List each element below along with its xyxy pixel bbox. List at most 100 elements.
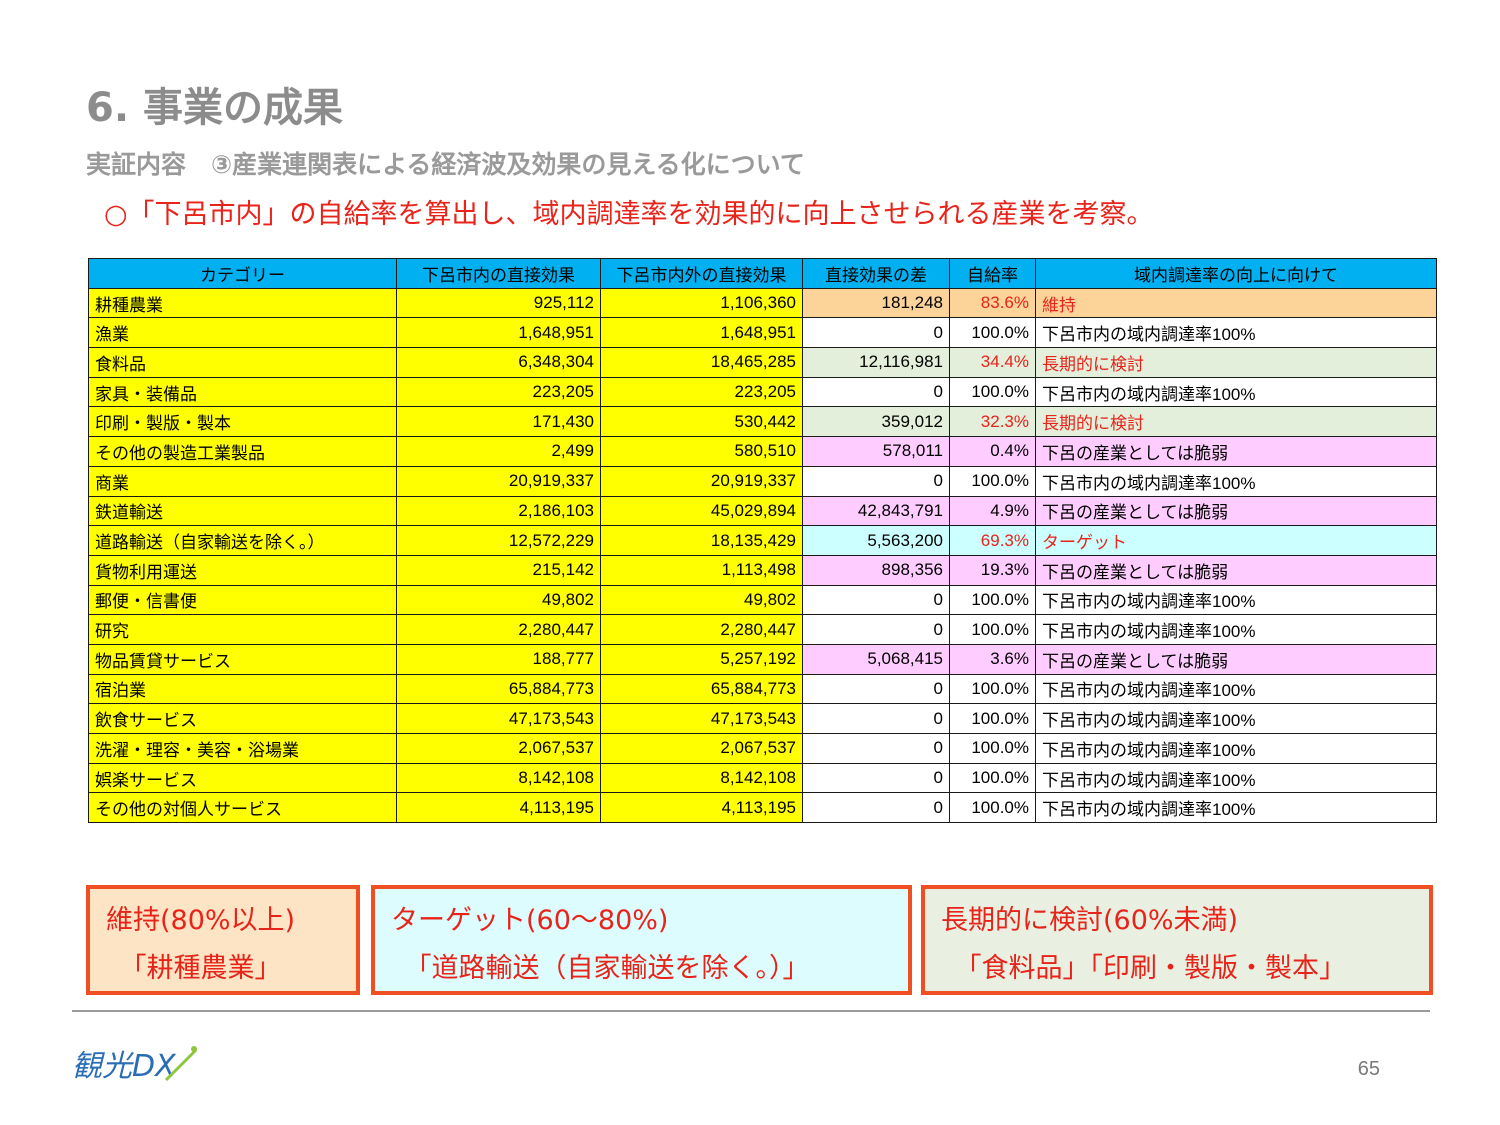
self-sufficiency-rate-cell: 19.3%: [949, 554, 1036, 586]
category-cell: 娯楽サービス: [88, 762, 397, 794]
table-header-row: カテゴリー 下呂市内の直接効果 下呂市内外の直接効果 直接効果の差 自給率 域内…: [88, 258, 1437, 289]
inside-effect-cell: 6,348,304: [396, 347, 601, 378]
table-row: 耕種農業 925,112 1,106,360 181,248 83.6% 維持: [88, 287, 1437, 319]
total-effect-cell: 2,280,447: [600, 614, 803, 645]
box-items: 「道路輸送（自家輸送を除く。）」: [391, 953, 810, 984]
effect-difference-cell: 0: [802, 703, 950, 734]
table-body: 耕種農業 925,112 1,106,360 181,248 83.6% 維持 漁業 1,64…: [88, 287, 1437, 824]
self-sufficiency-rate-cell: 34.4%: [949, 347, 1036, 378]
self-sufficiency-rate-cell: 32.3%: [949, 406, 1036, 438]
improvement-note-cell: 下呂市内の域内調達率100%: [1035, 673, 1437, 705]
effect-difference-cell: 0: [802, 673, 950, 705]
total-effect-cell: 1,106,360: [600, 287, 803, 319]
category-cell: 飲食サービス: [88, 703, 397, 734]
improvement-note-cell: 下呂の産業としては脆弱: [1035, 554, 1437, 586]
category-cell: 鉄道輸送: [88, 495, 397, 527]
effect-difference-cell: 5,563,200: [802, 525, 950, 556]
self-sufficiency-rate-cell: 100.0%: [949, 614, 1036, 645]
total-effect-cell: 223,205: [600, 376, 803, 408]
improvement-note-cell: 下呂市内の域内調達率100%: [1035, 792, 1437, 824]
column-header: 域内調達率の向上に向けて: [1035, 258, 1437, 289]
table-row: 物品賃貸サービス 188,777 5,257,192 5,068,415 3.6% 下呂の…: [88, 643, 1437, 675]
table-row: 道路輸送（自家輸送を除く。） 12,572,229 18,135,429 5,563,…: [88, 525, 1437, 556]
table-row: 商業 20,919,337 20,919,337 0 100.0% 下呂市内の域内調達率1…: [88, 465, 1437, 497]
table-row: 郵便・信書便 49,802 49,802 0 100.0% 下呂市内の域内調達率100%: [88, 584, 1437, 616]
self-sufficiency-rate-cell: 69.3%: [949, 525, 1036, 556]
effect-difference-cell: 359,012: [802, 406, 950, 438]
category-cell: 食料品: [88, 347, 397, 378]
improvement-note-cell: 下呂の産業としては脆弱: [1035, 643, 1437, 675]
inside-effect-cell: 171,430: [396, 406, 601, 438]
self-sufficiency-rate-cell: 100.0%: [949, 465, 1036, 497]
inside-effect-cell: 2,499: [396, 436, 601, 467]
total-effect-cell: 65,884,773: [600, 673, 803, 705]
box-items: 「耕種農業」: [106, 953, 282, 984]
table-row: 食料品 6,348,304 18,465,285 12,116,981 34.4% 長期的…: [88, 347, 1437, 378]
total-effect-cell: 5,257,192: [600, 643, 803, 675]
improvement-note-cell: 下呂市内の域内調達率100%: [1035, 703, 1437, 734]
self-sufficiency-rate-cell: 100.0%: [949, 792, 1036, 824]
table-row: 宿泊業 65,884,773 65,884,773 0 100.0% 下呂市内の域内調達率…: [88, 673, 1437, 705]
category-cell: 研究: [88, 614, 397, 645]
page-number: 65: [1357, 1058, 1380, 1080]
total-effect-cell: 18,465,285: [600, 347, 803, 378]
box-heading: 維持(80%以上): [106, 905, 296, 936]
inside-effect-cell: 188,777: [396, 643, 601, 675]
improvement-note-cell: 下呂市内の域内調達率100%: [1035, 376, 1437, 408]
effect-difference-cell: 578,011: [802, 436, 950, 467]
effect-difference-cell: 5,068,415: [802, 643, 950, 675]
total-effect-cell: 530,442: [600, 406, 803, 438]
maintain-category-box: 維持(80%以上) 「耕種農業」: [86, 885, 360, 995]
inside-effect-cell: 1,648,951: [396, 317, 601, 349]
total-effect-cell: 580,510: [600, 436, 803, 467]
self-sufficiency-rate-cell: 4.9%: [949, 495, 1036, 527]
total-effect-cell: 1,113,498: [600, 554, 803, 586]
improvement-note-cell: 維持: [1035, 287, 1437, 319]
table-row: 研究 2,280,447 2,280,447 0 100.0% 下呂市内の域内調達率100…: [88, 614, 1437, 645]
inside-effect-cell: 2,186,103: [396, 495, 601, 527]
inside-effect-cell: 65,884,773: [396, 673, 601, 705]
table-row: 貨物利用運送 215,142 1,113,498 898,356 19.3% 下呂の産業と…: [88, 554, 1437, 586]
table-row: 洗濯・理容・美容・浴場業 2,067,537 2,067,537 0 100.0% 下呂市…: [88, 733, 1437, 764]
total-effect-cell: 2,067,537: [600, 733, 803, 764]
table-row: 鉄道輸送 2,186,103 45,029,894 42,843,791 4.9% 下呂の…: [88, 495, 1437, 527]
table-row: 漁業 1,648,951 1,648,951 0 100.0% 下呂市内の域内調達率100…: [88, 317, 1437, 349]
category-cell: 漁業: [88, 317, 397, 349]
effect-difference-cell: 0: [802, 376, 950, 408]
effect-difference-cell: 0: [802, 614, 950, 645]
improvement-note-cell: 下呂市内の域内調達率100%: [1035, 584, 1437, 616]
column-header: 自給率: [949, 258, 1036, 289]
inside-effect-cell: 12,572,229: [396, 525, 601, 556]
table-row: その他の対個人サービス 4,113,195 4,113,195 0 100.0% 下呂市内…: [88, 792, 1437, 824]
effect-difference-cell: 0: [802, 317, 950, 349]
box-items: 「食料品」「印刷・製版・製本」: [941, 953, 1346, 984]
effect-difference-cell: 181,248: [802, 287, 950, 319]
improvement-note-cell: 下呂の産業としては脆弱: [1035, 436, 1437, 467]
table-row: 家具・装備品 223,205 223,205 0 100.0% 下呂市内の域内調達率100…: [88, 376, 1437, 408]
kanko-dx-logo: 観光DX: [72, 1046, 198, 1084]
page-subtitle: 実証内容 ③産業連関表による経済波及効果の見える化について: [86, 150, 805, 179]
self-sufficiency-table: カテゴリー 下呂市内の直接効果 下呂市内外の直接効果 直接効果の差 自給率 域内…: [88, 258, 1437, 824]
improvement-note-cell: 下呂の産業としては脆弱: [1035, 495, 1437, 527]
total-effect-cell: 49,802: [600, 584, 803, 616]
improvement-note-cell: 下呂市内の域内調達率100%: [1035, 317, 1437, 349]
total-effect-cell: 45,029,894: [600, 495, 803, 527]
total-effect-cell: 18,135,429: [600, 525, 803, 556]
table-row: 印刷・製版・製本 171,430 530,442 359,012 32.3% 長期的に検討: [88, 406, 1437, 438]
page-title: 6. 事業の成果: [86, 85, 343, 131]
self-sufficiency-rate-cell: 100.0%: [949, 584, 1036, 616]
self-sufficiency-rate-cell: 100.0%: [949, 673, 1036, 705]
total-effect-cell: 4,113,195: [600, 792, 803, 824]
self-sufficiency-rate-cell: 3.6%: [949, 643, 1036, 675]
total-effect-cell: 1,648,951: [600, 317, 803, 349]
inside-effect-cell: 8,142,108: [396, 762, 601, 794]
improvement-note-cell: 長期的に検討: [1035, 347, 1437, 378]
box-heading: ターゲット(60〜80%): [391, 905, 669, 936]
inside-effect-cell: 4,113,195: [396, 792, 601, 824]
inside-effect-cell: 215,142: [396, 554, 601, 586]
effect-difference-cell: 42,843,791: [802, 495, 950, 527]
target-category-box: ターゲット(60〜80%) 「道路輸送（自家輸送を除く。）」: [371, 885, 912, 995]
self-sufficiency-rate-cell: 100.0%: [949, 376, 1036, 408]
table-row: 飲食サービス 47,173,543 47,173,543 0 100.0% 下呂市内の域内…: [88, 703, 1437, 734]
improvement-note-cell: 下呂市内の域内調達率100%: [1035, 465, 1437, 497]
